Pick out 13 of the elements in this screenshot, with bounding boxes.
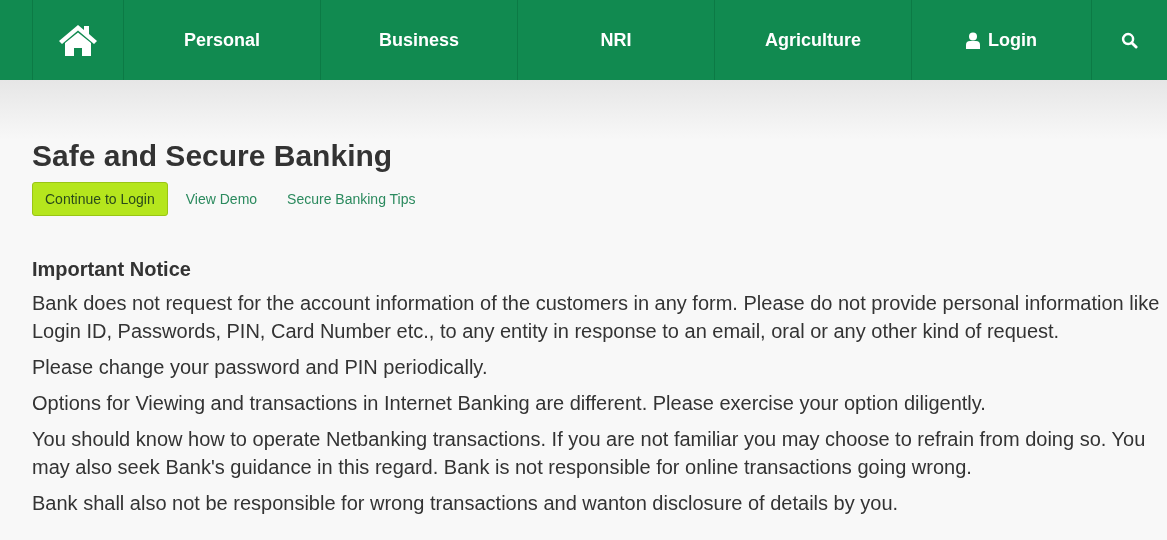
continue-button[interactable]: Continue to Login xyxy=(32,182,168,216)
notice-heading: Important Notice xyxy=(32,258,192,281)
user-icon xyxy=(966,31,980,49)
notice-paragraph: Please change your password and PIN periodically. xyxy=(32,355,489,380)
page-title: Safe and Secure Banking xyxy=(32,140,394,172)
notice-paragraph: You should know how to operate Netbanking transactions. If you are not familiar you may choose to refrain from doing so. You may also seek Bank's guidance in this regard. Bank is not responsible for online transactions going wrong. xyxy=(32,427,1147,480)
link[interactable]: Secure Banking Tips xyxy=(287,191,416,207)
link[interactable]: View Demo xyxy=(185,191,258,207)
notice-paragraph: Options for Viewing and transactions in Internet Banking are different. Please exercise your option diligently. xyxy=(32,391,987,416)
notice-paragraph: Bank does not request for the account information of the customers in any form. Please do not provide personal information like Login ID, Passwords, PIN, Card Number etc., to any entity in response to an email, oral or any other kind of request. xyxy=(32,291,1161,344)
search-icon xyxy=(1121,31,1138,49)
home-icon xyxy=(58,23,98,57)
notice-paragraph: Bank shall also not be responsible for wrong transactions and wanton disclosure of details by you. xyxy=(32,491,900,516)
